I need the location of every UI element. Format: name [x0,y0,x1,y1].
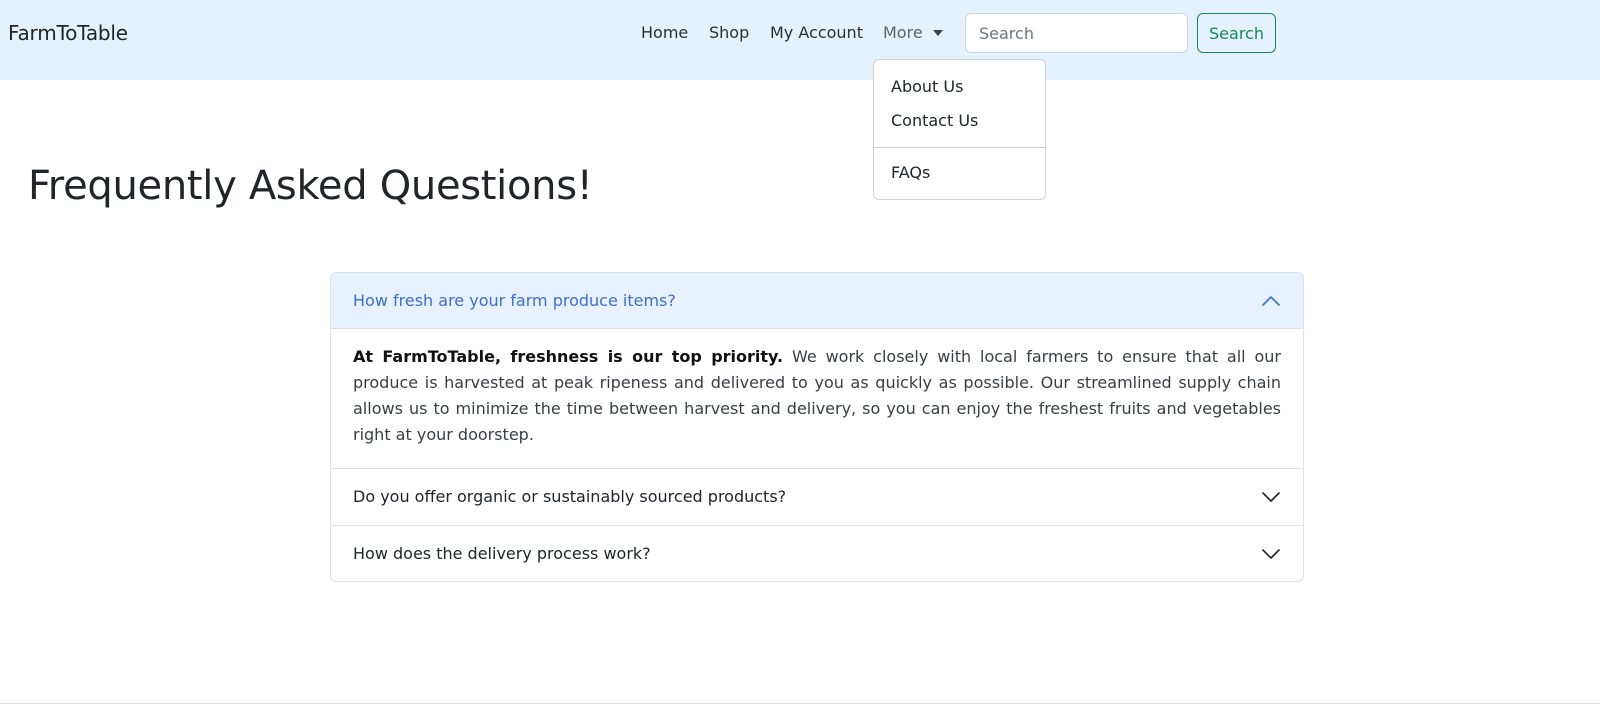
footer-divider [0,703,1600,704]
dropdown-item-faqs[interactable]: FAQs [891,162,930,184]
faq-question-1-header[interactable]: How fresh are your farm produce items? [331,273,1303,329]
faq-question-3-label: How does the delivery process work? [353,544,651,563]
chevron-up-icon [1262,296,1280,306]
chevron-down-icon [1262,549,1280,559]
page-title: Frequently Asked Questions! [28,163,593,209]
dropdown-divider [874,147,1045,148]
nav-dropdown-more[interactable]: More [883,22,923,44]
navbar: FarmToTable Home Shop My Account More Se… [0,0,1600,80]
search-button[interactable]: Search [1197,13,1276,53]
dropdown-item-about-us[interactable]: About Us [891,76,963,98]
faq-answer-1: At FarmToTable, freshness is our top pri… [353,344,1281,448]
caret-down-icon[interactable] [933,30,943,36]
nav-link-home[interactable]: Home [641,22,688,44]
brand-logo[interactable]: FarmToTable [8,20,128,46]
nav-link-my-account[interactable]: My Account [770,22,863,44]
faq-question-2-header[interactable]: Do you offer organic or sustainably sour… [331,468,1303,524]
faq-question-3-header[interactable]: How does the delivery process work? [331,525,1303,581]
nav-link-shop[interactable]: Shop [709,22,749,44]
more-dropdown-menu: About Us Contact Us FAQs [873,59,1046,200]
faq-answer-1-lead: At FarmToTable, freshness is our top pri… [353,347,784,366]
search-input[interactable] [965,13,1188,53]
faq-question-2-label: Do you offer organic or sustainably sour… [353,487,787,506]
chevron-down-icon [1262,492,1280,502]
faq-question-1-label: How fresh are your farm produce items? [353,291,676,310]
faq-accordion: How fresh are your farm produce items? A… [330,272,1304,582]
dropdown-item-contact-us[interactable]: Contact Us [891,110,978,132]
